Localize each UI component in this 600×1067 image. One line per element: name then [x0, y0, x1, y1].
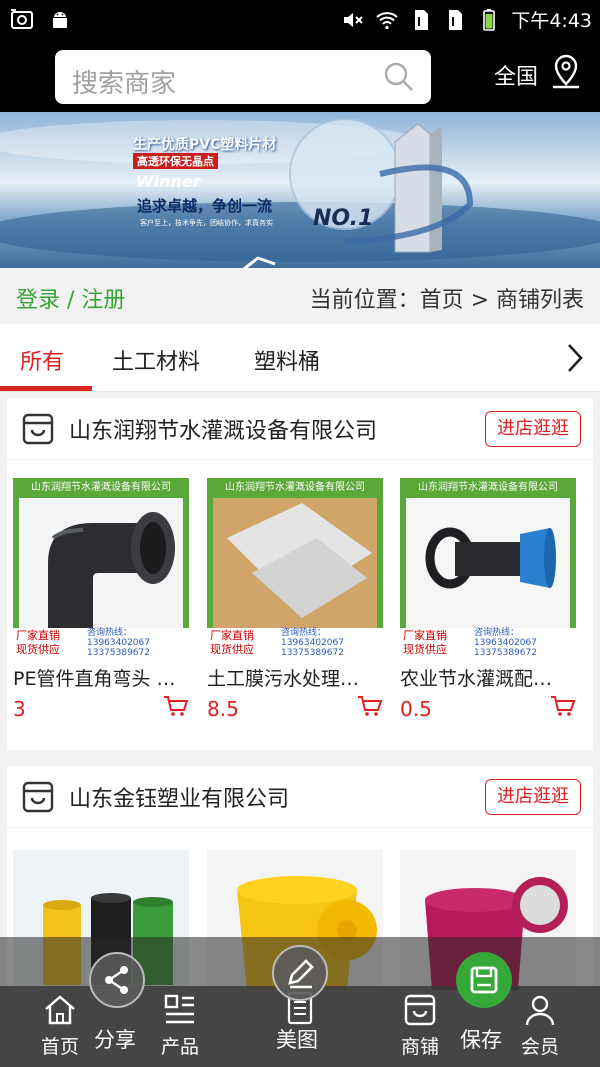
image-hotline: 咨询热线： 13963402067 13375389672 — [87, 628, 150, 658]
tab-all[interactable]: 所有 — [20, 344, 64, 376]
product-item[interactable]: 山东润翔节水灌溉设备有限公司 厂家直销 现货供应 咨询热线： 13963402067… — [400, 478, 576, 721]
banner-headline: 生产优质PVC塑料片材 — [133, 137, 277, 153]
cart-icon[interactable] — [550, 694, 576, 718]
nav-products-label: 产品 — [160, 1036, 199, 1058]
nav-row: 登录 / 注册 当前位置：首页 > 商铺列表 — [0, 268, 600, 324]
product-title[interactable]: PE管件直角弯头 … — [13, 664, 189, 691]
shop-header[interactable]: 山东金钰塑业有限公司 进店逛逛 — [7, 766, 593, 828]
search-box[interactable]: 搜索商家 — [55, 50, 431, 104]
save-label[interactable]: 保存 — [460, 1024, 502, 1054]
nav-home[interactable]: 首页 — [38, 986, 82, 1059]
location-icon[interactable] — [550, 54, 582, 90]
share-icon — [105, 966, 128, 994]
shop-icon — [22, 781, 54, 813]
image-footer: 厂家直销 现货供应 咨询热线： 13963402067 13375389672 — [400, 628, 576, 658]
sim1-icon — [415, 9, 429, 30]
chevron-right-icon[interactable] — [562, 341, 588, 375]
image-tag: 厂家直销 — [403, 629, 447, 642]
product-title[interactable]: 土工膜污水处理… — [207, 664, 383, 691]
image-tags: 厂家直销 现货供应 — [210, 629, 254, 657]
nav-products[interactable]: 产品 — [158, 986, 202, 1059]
hotline-label: 咨询热线： — [474, 628, 520, 638]
banner-badge: NO.1 — [313, 206, 374, 231]
user-icon — [525, 995, 555, 1026]
phone: 13375389672 — [474, 648, 537, 658]
banner-tag: 高透环保无晶点 — [133, 153, 218, 169]
nav-shops-label: 商铺 — [400, 1036, 439, 1058]
image-tag: 厂家直销 — [16, 629, 60, 642]
nav-shops[interactable]: 商铺 — [398, 986, 442, 1059]
product-item[interactable]: 山东润翔节水灌溉设备有限公司 厂家直销 现货供应 咨询热线： 13963402067… — [207, 478, 383, 721]
tab-plastic-bucket[interactable]: 塑料桶 — [254, 344, 320, 376]
image-hotline: 咨询热线： 13963402067 13375389672 — [474, 628, 537, 658]
hotline-label: 咨询热线： — [281, 628, 327, 638]
screenshot-icon — [11, 9, 33, 29]
product-image[interactable]: 山东润翔节水灌溉设备有限公司 厂家直销 现货供应 咨询热线： 13963402067… — [207, 478, 383, 658]
app-header: 搜索商家 全国 — [0, 40, 600, 112]
category-tabs: 所有 土工材料 塑料桶 — [0, 324, 600, 392]
phone: 13963402067 — [87, 638, 150, 648]
shop-card: 山东润翔节水灌溉设备有限公司 进店逛逛 山东润翔节水灌溉设备有限公司 厂家直销现… — [7, 398, 593, 750]
image-tag: 厂家直销 — [210, 629, 254, 642]
home-icon — [45, 995, 75, 1025]
phone: 13963402067 — [281, 638, 344, 648]
image-tag: 现货供应 — [16, 643, 60, 656]
product-item[interactable]: 山东润翔节水灌溉设备有限公司 厂家直销 现货供应 咨询热线： 13963402067… — [13, 478, 189, 721]
save-icon — [470, 966, 498, 994]
mute-icon — [344, 12, 364, 27]
nav-home-label: 首页 — [40, 1036, 79, 1058]
banner-winner: Winner — [136, 172, 201, 191]
search-icon[interactable] — [383, 61, 415, 93]
wifi-icon — [376, 11, 398, 29]
status-bar: 下午4:43 — [0, 0, 600, 40]
save-button[interactable] — [456, 952, 512, 1008]
cart-icon[interactable] — [357, 694, 383, 718]
breadcrumb: 当前位置：首页 > 商铺列表 — [309, 288, 584, 313]
enter-shop-button[interactable]: 进店逛逛 — [485, 411, 581, 447]
cart-icon[interactable] — [163, 694, 189, 718]
nav-member[interactable]: 会员 — [518, 986, 562, 1059]
image-footer: 厂家直销 现货供应 咨询热线： 13963402067 13375389672 — [13, 628, 189, 658]
phone: 13375389672 — [87, 648, 150, 658]
active-tab-indicator — [0, 386, 92, 391]
banner-slogan: 追求卓越，争创一流 — [137, 197, 273, 215]
phone: 13375389672 — [281, 648, 344, 658]
banner-art — [0, 118, 600, 268]
phone: 13963402067 — [474, 638, 537, 648]
image-tags: 厂家直销 现货供应 — [403, 629, 447, 657]
image-hotline: 咨询热线： 13963402067 13375389672 — [281, 628, 344, 658]
share-label[interactable]: 分享 — [94, 1024, 136, 1054]
banner-subtext: 客户至上，技术争先，团结协作，求真务实 — [140, 219, 273, 227]
nav-member-label: 会员 — [520, 1036, 559, 1058]
pencil-icon — [288, 959, 314, 989]
shop-header[interactable]: 山东润翔节水灌溉设备有限公司 进店逛逛 — [7, 398, 593, 460]
sim2-icon — [449, 9, 463, 30]
shop-name[interactable]: 山东金钰塑业有限公司 — [69, 781, 289, 813]
product-image[interactable]: 山东润翔节水灌溉设备有限公司 厂家直销 现货供应 咨询热线： 13963402067… — [13, 478, 189, 658]
share-button[interactable] — [89, 952, 145, 1008]
enter-shop-button[interactable]: 进店逛逛 — [485, 779, 581, 815]
promo-banner[interactable]: 生产优质PVC塑料片材 高透环保无晶点 Winner 追求卓越，争创一流 客户至… — [0, 112, 600, 268]
image-footer: 厂家直销 现货供应 咨询热线： 13963402067 13375389672 — [207, 628, 383, 658]
shop-icon — [22, 413, 54, 445]
shop-icon — [404, 994, 436, 1026]
product-title[interactable]: 农业节水灌溉配… — [400, 664, 576, 691]
tab-geotech[interactable]: 土工材料 — [112, 344, 200, 376]
login-register-link[interactable]: 登录 / 注册 — [16, 282, 125, 314]
image-tag: 现货供应 — [403, 643, 447, 656]
image-tags: 厂家直销 现货供应 — [16, 629, 60, 657]
product-image[interactable]: 山东润翔节水灌溉设备有限公司 厂家直销 现货供应 咨询热线： 13963402067… — [400, 478, 576, 658]
gallery-button[interactable] — [272, 945, 328, 1001]
gallery-label[interactable]: 美图 — [276, 1024, 318, 1054]
image-tag: 现货供应 — [210, 643, 254, 656]
shop-name[interactable]: 山东润翔节水灌溉设备有限公司 — [69, 413, 377, 445]
battery-icon — [483, 8, 496, 31]
status-time: 下午4:43 — [511, 10, 592, 32]
grid-icon — [164, 994, 194, 1024]
hotline-label: 咨询热线： — [87, 628, 133, 638]
search-placeholder: 搜索商家 — [72, 69, 177, 99]
region-selector[interactable]: 全国 — [494, 59, 538, 91]
android-icon — [53, 12, 67, 28]
